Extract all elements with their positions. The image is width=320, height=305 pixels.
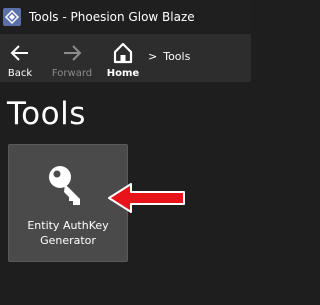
page-title: Tools (7, 96, 86, 132)
window-title: Tools - Phoesion Glow Blaze (29, 10, 195, 24)
phoesion-logo-icon (3, 8, 21, 26)
home-icon (113, 41, 133, 65)
home-button[interactable]: Home (106, 34, 140, 82)
forward-button[interactable]: Forward (50, 34, 94, 82)
arrow-right-icon (62, 41, 82, 65)
breadcrumb-current: Tools (163, 50, 191, 63)
arrow-left-icon (10, 41, 30, 65)
tool-tile-label: Entity AuthKey Generator (9, 218, 127, 248)
breadcrumb-separator: > (148, 50, 158, 63)
back-button[interactable]: Back (5, 34, 35, 82)
navigation-toolbar: Back Forward Home > Tools (0, 34, 251, 82)
title-bar: Tools - Phoesion Glow Blaze (0, 0, 251, 34)
home-label: Home (106, 68, 140, 79)
back-label: Back (7, 68, 33, 79)
breadcrumb: > Tools (148, 50, 190, 63)
tool-tile-label-line2: Generator (40, 234, 96, 247)
tool-tile-label-line1: Entity AuthKey (27, 219, 109, 232)
key-icon (46, 163, 92, 209)
forward-label: Forward (51, 68, 93, 79)
red-arrow-icon (108, 183, 186, 213)
